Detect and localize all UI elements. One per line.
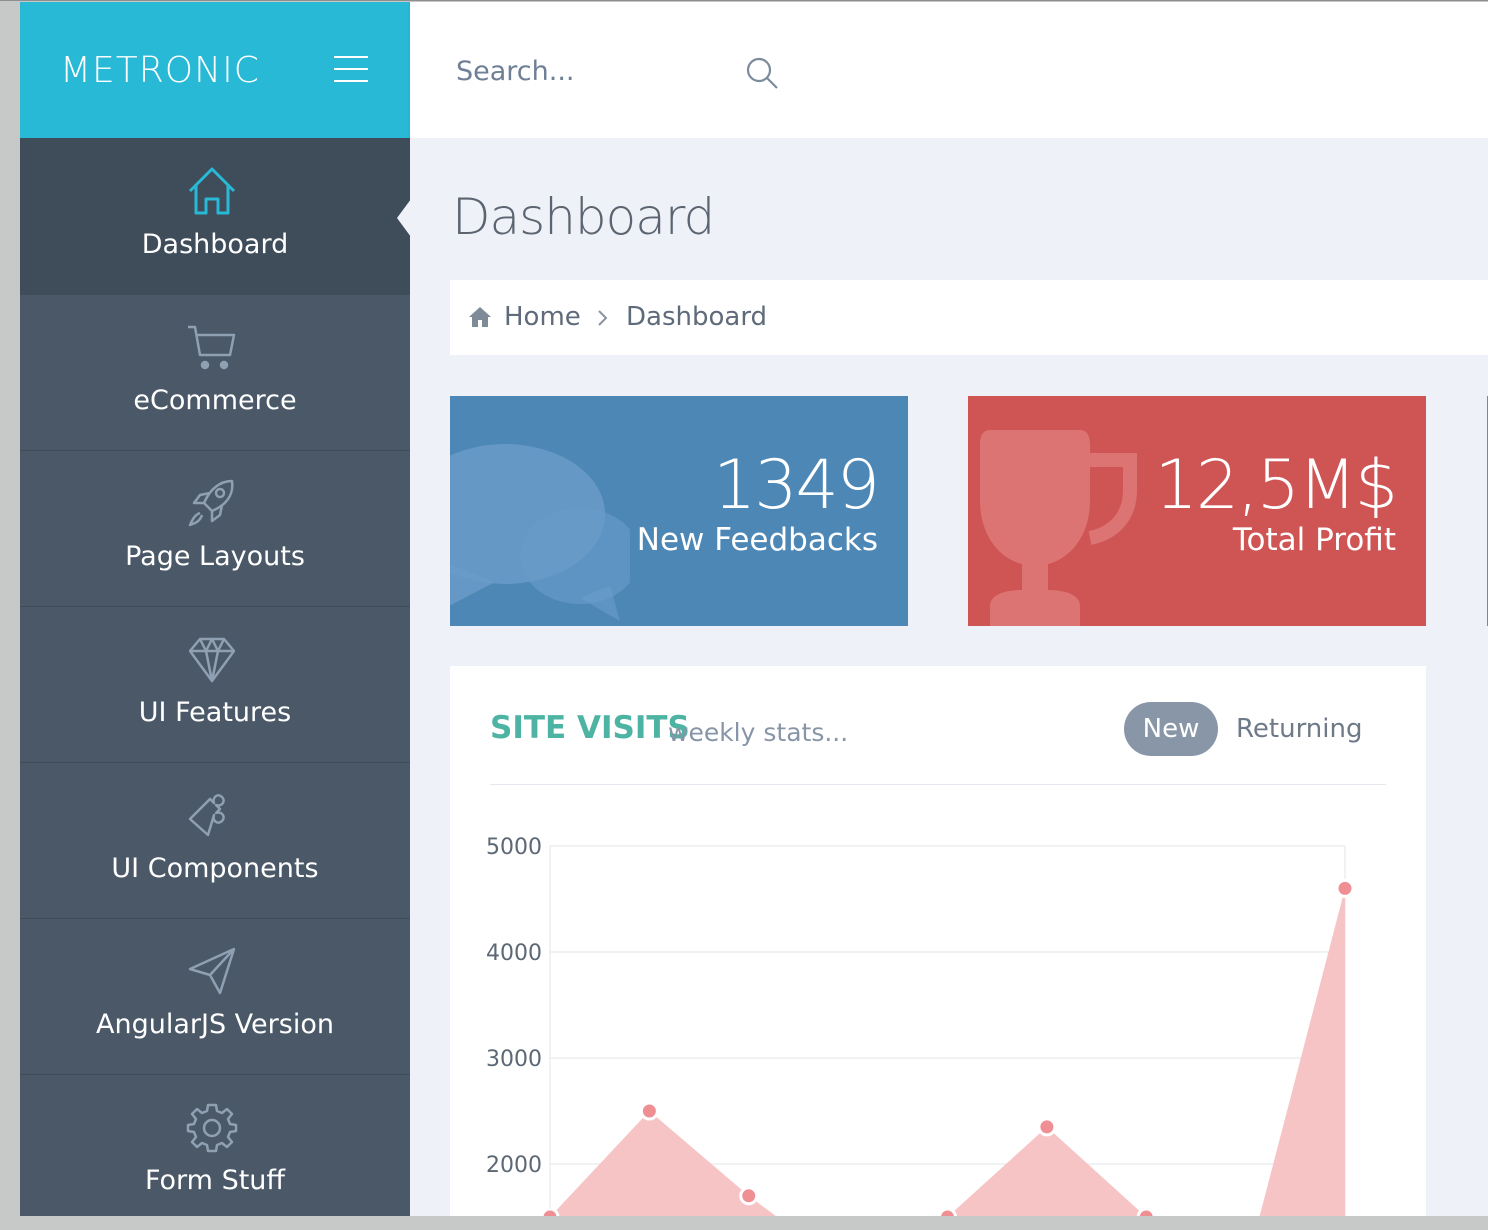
breadcrumb: Home Dashboard [450, 280, 1488, 355]
brand-logo[interactable]: METRONIC [60, 50, 260, 91]
stat-label: Total Profit [1232, 522, 1396, 558]
y-tick-label: 3000 [486, 1047, 542, 1072]
brand-bar: METRONIC [20, 2, 410, 138]
sidebar-item-label: Page Layouts [125, 541, 305, 572]
window-top-border [0, 0, 1488, 1]
sidebar-item-ui-features[interactable]: UI Features [20, 606, 410, 762]
sidebar: METRONIC Dashboard eCommerce Page Layout… [20, 2, 411, 1216]
sidebar-item-label: Dashboard [141, 229, 289, 260]
chart-data-point [540, 1207, 560, 1216]
chart-area-series [550, 888, 1345, 1216]
menu-toggle-icon[interactable] [334, 54, 368, 84]
sidebar-item-label: UI Features [138, 697, 292, 728]
panel-divider [490, 784, 1386, 785]
chart-data-point [739, 1186, 759, 1206]
chart-data-point [1037, 1117, 1057, 1137]
top-header [410, 2, 1488, 138]
y-tick-label: 5000 [486, 835, 542, 860]
active-caret [397, 199, 411, 237]
panel-subtitle: weekly stats... [668, 718, 849, 747]
sidebar-item-label: AngularJS Version [96, 1009, 334, 1040]
cart-icon [188, 325, 236, 370]
chart-data-point [1136, 1207, 1156, 1216]
stat-label: New Feedbacks [636, 522, 878, 558]
y-tick-label: 4000 [486, 941, 542, 966]
chart-data-point [1335, 878, 1355, 898]
gear-icon [186, 1103, 238, 1153]
site-visits-chart: 2000 3000 4000 5000 [486, 835, 1355, 1216]
stat-card-profit[interactable]: 12,5M$ Total Profit [968, 396, 1426, 626]
site-visits-panel: SITE VISITS weekly stats... New Returnin… [450, 666, 1426, 1216]
chart-data-point [938, 1207, 957, 1216]
breadcrumb-current: Dashboard [626, 302, 768, 332]
puzzle-icon [188, 794, 225, 837]
search-icon[interactable] [744, 55, 780, 91]
sidebar-item-ecommerce[interactable]: eCommerce [20, 294, 410, 450]
page-title: Dashboard [452, 188, 715, 246]
sidebar-item-label: Form Stuff [144, 1165, 286, 1196]
stat-card-feedbacks[interactable]: 1349 New Feedbacks [450, 396, 908, 626]
home-icon [188, 167, 236, 215]
stat-value: 12,5M$ [1154, 446, 1398, 525]
comments-icon [450, 444, 630, 621]
sidebar-item-label: eCommerce [133, 385, 297, 416]
sidebar-item-dashboard[interactable]: Dashboard [20, 138, 411, 294]
sidebar-item-form-stuff[interactable]: Form Stuff [20, 1074, 410, 1230]
rocket-icon [188, 479, 234, 527]
sidebar-item-label: UI Components [111, 853, 319, 884]
sidebar-item-angularjs-version[interactable]: AngularJS Version [20, 918, 410, 1074]
stat-value: 1349 [712, 446, 880, 525]
tab-returning[interactable]: Returning [1236, 702, 1362, 756]
paper-plane-icon [188, 947, 236, 995]
tab-new[interactable]: New [1124, 702, 1218, 756]
main-content: Dashboard Home Dashboard 1349 New Feedba… [410, 138, 1488, 1216]
trophy-icon [980, 430, 1137, 626]
chevron-right-icon [598, 310, 608, 326]
chart-data-point [639, 1101, 659, 1121]
diamond-icon [188, 637, 236, 683]
y-tick-label: 2000 [486, 1153, 542, 1178]
breadcrumb-home-link[interactable]: Home [504, 302, 581, 332]
home-icon [469, 307, 491, 327]
panel-title: SITE VISITS [490, 710, 690, 746]
sidebar-item-page-layouts[interactable]: Page Layouts [20, 450, 410, 606]
search-input[interactable] [454, 48, 758, 94]
sidebar-item-ui-components[interactable]: UI Components [20, 762, 410, 918]
